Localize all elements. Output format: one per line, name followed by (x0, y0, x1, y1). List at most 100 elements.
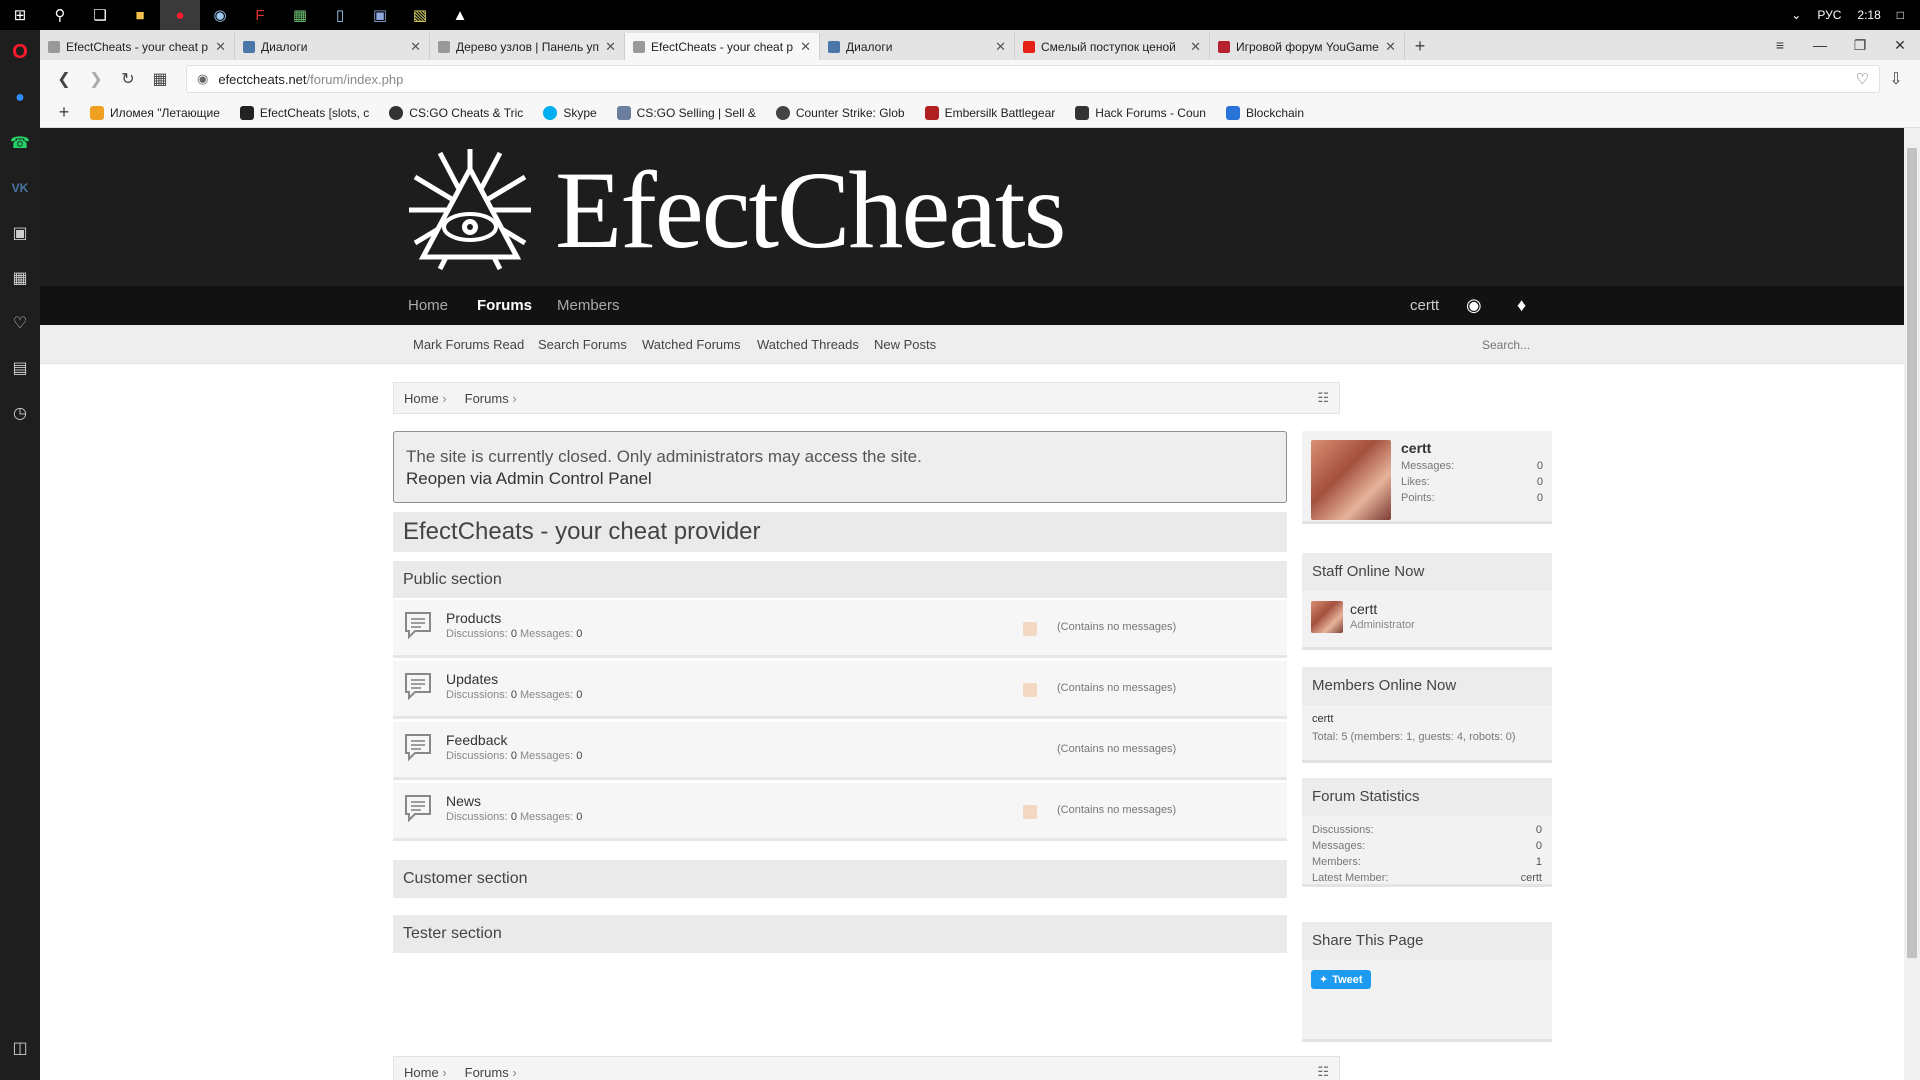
breadcrumb-home[interactable]: Home (404, 391, 447, 406)
filezilla-icon[interactable]: F (240, 0, 280, 30)
clock[interactable]: 2:18 (1857, 8, 1880, 22)
speed-dial-button-icon[interactable]: ▦ (144, 64, 176, 94)
camera-icon[interactable]: ▣ (0, 210, 40, 255)
vk-icon[interactable]: VK (0, 165, 40, 210)
opera-logo-icon[interactable]: O (0, 30, 40, 75)
task-view-icon[interactable]: ❏ (80, 0, 120, 30)
rss-icon[interactable] (1023, 622, 1037, 636)
steam-icon[interactable]: ◉ (200, 0, 240, 30)
rss-icon[interactable] (1023, 683, 1037, 697)
scrollbar-thumb[interactable] (1907, 148, 1917, 958)
nav-forums[interactable]: Forums (477, 286, 532, 325)
forum-title[interactable]: Products (446, 610, 501, 626)
close-icon[interactable]: ✕ (800, 39, 811, 55)
minimize-icon[interactable]: — (1800, 37, 1840, 53)
app-icon[interactable]: ▦ (280, 0, 320, 30)
search-forums-link[interactable]: Search Forums (538, 325, 627, 364)
nav-members[interactable]: Members (557, 286, 620, 325)
tweet-button[interactable]: ✦ Tweet (1311, 970, 1371, 989)
category-public-section[interactable]: Public section (393, 561, 1287, 598)
history-icon[interactable]: ◷ (0, 390, 40, 435)
mark-forums-read-link[interactable]: Mark Forums Read (413, 325, 524, 364)
start-button[interactable]: ⊞ (0, 0, 40, 30)
close-icon[interactable]: ✕ (1190, 39, 1201, 55)
back-icon[interactable]: ❮ (48, 64, 80, 94)
nav-home[interactable]: Home (408, 286, 448, 325)
speed-dial-icon[interactable]: ▦ (0, 255, 40, 300)
sitemap-icon[interactable]: ☷ (1317, 390, 1329, 406)
category-customer-section[interactable]: Customer section (393, 860, 1287, 898)
bookmark-item[interactable]: CS:GO Selling | Sell & (607, 105, 766, 120)
site-logo[interactable]: EfectCheats (407, 147, 1066, 273)
bookmark-item[interactable]: Counter Strike: Glob (766, 105, 915, 120)
bookmark-item[interactable]: Skype (533, 105, 606, 120)
avatar[interactable] (1311, 440, 1391, 520)
tab[interactable]: Смелый поступок ценой ✕ (1015, 33, 1210, 60)
rss-icon[interactable] (1023, 805, 1037, 819)
whatsapp-icon[interactable]: ☎ (0, 120, 40, 165)
forum-title[interactable]: Feedback (446, 732, 507, 748)
profile-name[interactable]: certt (1401, 440, 1543, 456)
tray-chevron-icon[interactable]: ⌄ (1791, 8, 1801, 22)
avatar[interactable] (1311, 601, 1343, 633)
tab-menu-icon[interactable]: ≡ (1760, 37, 1800, 53)
tab-active[interactable]: EfectCheats - your cheat p ✕ (625, 33, 820, 60)
close-icon[interactable]: ✕ (995, 39, 1006, 55)
search-icon[interactable]: ⚲ (40, 0, 80, 30)
opera-taskbar-icon[interactable]: ● (160, 0, 200, 30)
online-member[interactable]: certt (1302, 705, 1552, 727)
new-tab-button[interactable]: + (1405, 33, 1435, 60)
notes-icon[interactable]: ▧ (400, 0, 440, 30)
close-icon[interactable]: ✕ (1385, 39, 1396, 55)
close-icon[interactable]: ✕ (605, 39, 616, 55)
sidebar-toggle-icon[interactable]: ◫ (0, 1025, 40, 1070)
language-indicator[interactable]: РУС (1817, 8, 1841, 22)
forum-title[interactable]: Updates (446, 671, 498, 687)
window-app-icon[interactable]: ▣ (360, 0, 400, 30)
bookmark-item[interactable]: Иломея "Летающие (80, 105, 230, 120)
bookmark-item[interactable]: Blockchain (1216, 105, 1314, 120)
sitemap-icon[interactable]: ☷ (1317, 1064, 1329, 1080)
nav-user[interactable]: certt (1410, 286, 1439, 325)
bookmark-item[interactable]: CS:GO Cheats & Tric (379, 105, 533, 120)
download-icon[interactable]: ⇩ (1880, 64, 1912, 94)
bell-icon[interactable]: ♦ (1517, 286, 1526, 325)
tab[interactable]: Диалоги ✕ (820, 33, 1015, 60)
page-scrollbar[interactable] (1904, 128, 1920, 1080)
watched-forums-link[interactable]: Watched Forums (642, 325, 741, 364)
staff-name[interactable]: certt (1350, 601, 1377, 617)
tab[interactable]: EfectCheats - your cheat p ✕ (40, 33, 235, 60)
conversations-icon[interactable]: ◉ (1466, 286, 1482, 325)
reopen-link[interactable]: Reopen via Admin Control Panel (406, 468, 1274, 490)
bookmark-heart-icon[interactable]: ♡ (1856, 70, 1869, 88)
file-explorer-icon[interactable]: ■ (120, 0, 160, 30)
search-input[interactable] (1482, 334, 1592, 356)
news-icon[interactable]: ▤ (0, 345, 40, 390)
reload-icon[interactable]: ↻ (112, 64, 144, 94)
notepad-icon[interactable]: ▯ (320, 0, 360, 30)
forum-title[interactable]: News (446, 793, 481, 809)
notifications-icon[interactable]: □ (1897, 8, 1904, 22)
tab[interactable]: Диалоги ✕ (235, 33, 430, 60)
photos-icon[interactable]: ▲ (440, 0, 480, 30)
breadcrumb-home[interactable]: Home (404, 1065, 447, 1080)
tab[interactable]: Дерево узлов | Панель уп ✕ (430, 33, 625, 60)
add-bookmark-icon[interactable]: + (48, 98, 80, 128)
address-field[interactable]: ◉ efectcheats.net/forum/index.php ♡ (186, 65, 1880, 93)
tab[interactable]: Игровой форум YouGame ✕ (1210, 33, 1405, 60)
restore-icon[interactable]: ❐ (1840, 37, 1880, 54)
bookmark-item[interactable]: Embersilk Battlegear (915, 105, 1066, 120)
bookmark-item[interactable]: Hack Forums - Coun (1065, 105, 1216, 120)
new-posts-link[interactable]: New Posts (874, 325, 936, 364)
breadcrumb-forums[interactable]: Forums (465, 1065, 517, 1080)
category-tester-section[interactable]: Tester section (393, 915, 1287, 953)
bookmark-item[interactable]: EfectCheats [slots, c (230, 105, 379, 120)
close-window-icon[interactable]: ✕ (1880, 37, 1920, 54)
heart-icon[interactable]: ♡ (0, 300, 40, 345)
forward-icon[interactable]: ❯ (80, 64, 112, 94)
close-icon[interactable]: ✕ (215, 39, 226, 55)
watched-threads-link[interactable]: Watched Threads (757, 325, 859, 364)
breadcrumb-forums[interactable]: Forums (465, 391, 517, 406)
messenger-icon[interactable]: ● (0, 75, 40, 120)
close-icon[interactable]: ✕ (410, 39, 421, 55)
